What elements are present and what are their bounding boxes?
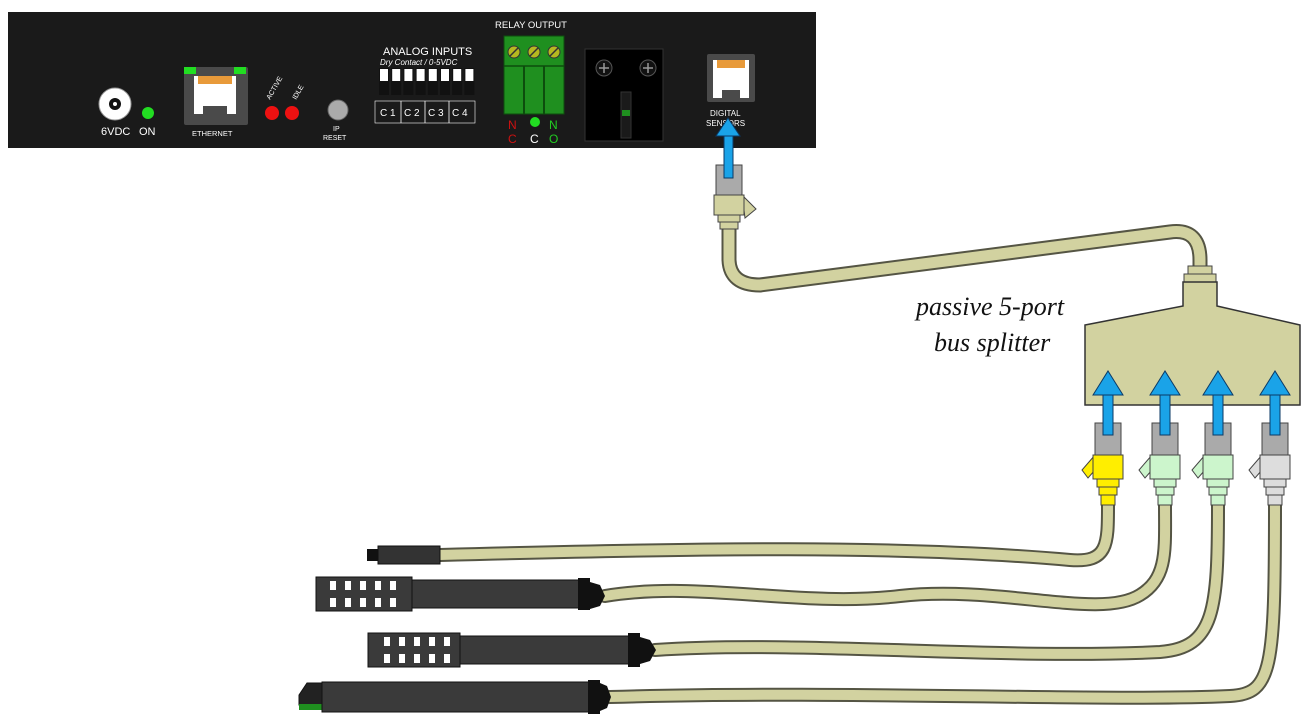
splitter-label-line2: bus splitter [934,328,1051,357]
relay-nc-top: N [508,118,517,132]
ethernet-port[interactable] [184,67,248,125]
on-led [142,107,154,119]
main-cable-plug [713,164,757,230]
digital-label-1: DIGITAL [710,109,741,118]
relay-no-top: N [549,118,558,132]
ethernet-label: ETHERNET [192,129,233,138]
sensor-probe-slotted-2 [367,632,656,668]
cable-sensor-4 [603,498,1282,705]
block-connector [584,48,664,142]
dip-switch-toggle[interactable] [416,69,425,81]
power-jack[interactable] [98,87,132,121]
network-sensor-diagram: 6VDC ON ETHERNET ACTIVE IDLE IP RESET AN… [8,12,1301,714]
analog-title: ANALOG INPUTS [383,46,472,58]
dip-switch-toggle[interactable] [441,69,449,81]
relay-terminal-block [503,35,565,115]
analog-channel-label: C 4 [452,108,468,119]
reset-label: RESET [323,135,347,142]
digital-sensors-port[interactable] [707,54,755,102]
relay-screw-1[interactable] [507,45,521,59]
active-led [265,106,279,120]
dip-switch-toggle[interactable] [465,69,474,81]
dip-switch-toggle[interactable] [453,69,462,81]
ip-reset-button[interactable] [327,99,349,121]
relay-nc-bottom: C [508,132,517,146]
on-label: ON [139,126,156,138]
splitter-label-line1: passive 5-port [914,292,1065,321]
analog-subtitle: Dry Contact / 0-5VDC [380,58,458,67]
sensors [298,545,656,714]
analog-channel-label: C 3 [428,108,444,119]
relay-screw-2[interactable] [527,45,541,59]
ip-label: IP [333,126,340,133]
relay-c-bottom: C [530,132,539,146]
sensor-probe-long [298,680,611,714]
device-panel: 6VDC ON ETHERNET ACTIVE IDLE IP RESET AN… [8,12,816,148]
dip-switch-toggle[interactable] [428,69,437,81]
splitter-collar-2 [1183,273,1217,283]
dip-switch-toggle[interactable] [392,69,401,81]
relay-no-bottom: O [549,132,558,146]
power-label: 6VDC [101,126,130,138]
cable-sensor-3 [648,498,1225,661]
analog-channel-label: C 2 [404,108,420,119]
relay-led [530,117,540,127]
sensor-probe-slotted-1 [315,576,605,612]
relay-title: RELAY OUTPUT [495,20,567,31]
dip-switch-toggle[interactable] [380,69,388,81]
analog-channel-label: C 1 [380,108,396,119]
idle-led [285,106,299,120]
dip-switch-toggle[interactable] [404,69,413,81]
relay-screw-3[interactable] [547,45,561,59]
sensor-probe-small [367,545,441,565]
splitter-collar-1 [1187,265,1213,275]
